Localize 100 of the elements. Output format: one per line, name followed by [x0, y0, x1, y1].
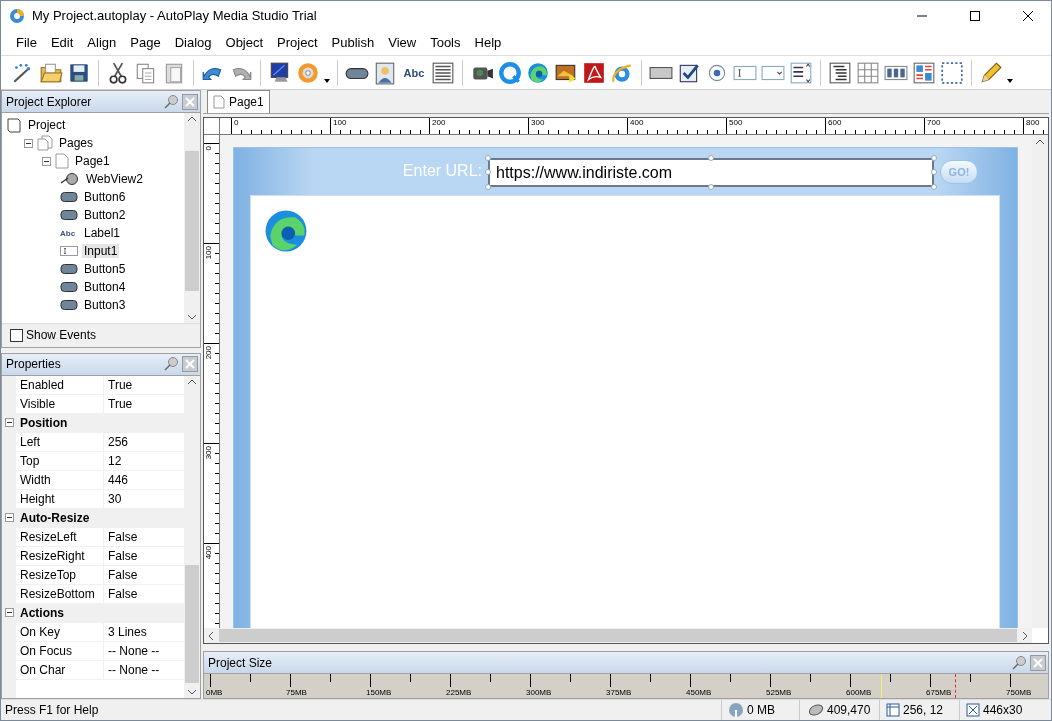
- tree-item[interactable]: Button2: [82, 208, 128, 222]
- scrollbar[interactable]: [184, 375, 200, 698]
- tree-item[interactable]: Pages: [57, 136, 96, 150]
- disk-icon: [728, 702, 744, 718]
- property-value[interactable]: 30: [104, 489, 184, 508]
- position-icon: [886, 703, 900, 717]
- menu-item[interactable]: Help: [467, 35, 509, 50]
- menu-item[interactable]: File: [9, 35, 44, 50]
- property-value[interactable]: True: [104, 394, 184, 413]
- scroll-left-icon[interactable]: [208, 631, 213, 640]
- scroll-up-icon[interactable]: [1036, 139, 1044, 145]
- menu-item[interactable]: Project: [270, 35, 325, 50]
- ruler-label: 100: [332, 118, 348, 129]
- edge-icon[interactable]: [526, 60, 550, 85]
- caret-icon[interactable]: [324, 79, 330, 83]
- menu-item[interactable]: Edit: [43, 35, 81, 50]
- tree-item[interactable]: Input1: [82, 244, 120, 258]
- property-value[interactable]: -- None --: [104, 641, 184, 660]
- button-shape-icon: [60, 299, 78, 311]
- dashed-rectangle-icon[interactable]: [940, 60, 964, 85]
- list-box-icon[interactable]: [789, 60, 813, 85]
- panel-title: Properties: [6, 357, 61, 372]
- collapse-icon[interactable]: [24, 138, 33, 148]
- window-title: My Project.autoplay - AutoPlay Media Studio Trial: [32, 8, 318, 23]
- scrollbar[interactable]: [184, 113, 200, 323]
- property-value[interactable]: True: [104, 375, 184, 394]
- resize-handle[interactable]: [485, 184, 491, 191]
- scroll-down-icon[interactable]: [188, 690, 196, 695]
- person-image-icon[interactable]: [373, 60, 397, 85]
- tree-item[interactable]: WebView2: [84, 172, 145, 186]
- ruler-label: 675MB: [926, 688, 952, 698]
- property-name: Left: [16, 432, 104, 451]
- ruler-label: 300: [530, 118, 546, 129]
- mouse-icon: [806, 703, 824, 717]
- collapse-icon[interactable]: [42, 156, 51, 166]
- menu-item[interactable]: Tools: [423, 35, 468, 50]
- menu-item[interactable]: View: [381, 35, 424, 50]
- tree-item[interactable]: Button4: [82, 280, 128, 294]
- scroll-up-icon[interactable]: [188, 116, 196, 121]
- tree-item[interactable]: Project: [26, 118, 68, 132]
- label-tool[interactable]: Abc: [401, 66, 427, 79]
- resize-handle[interactable]: [708, 184, 714, 191]
- tree-item[interactable]: Button5: [82, 262, 128, 276]
- url-label: Enter URL:: [402, 162, 482, 181]
- menu-item[interactable]: Publish: [324, 35, 382, 50]
- ruler-label: 300MB: [526, 688, 552, 698]
- menu-item[interactable]: Object: [218, 35, 271, 50]
- close-icon: [1023, 10, 1033, 21]
- checkbox[interactable]: [10, 328, 23, 342]
- input-box-icon: [60, 245, 78, 257]
- property-name: Height: [16, 489, 104, 508]
- pencil-icon[interactable]: [979, 60, 1003, 85]
- property-value[interactable]: False: [104, 565, 184, 584]
- close-icon[interactable]: [182, 93, 198, 110]
- pdf-icon[interactable]: [582, 60, 606, 85]
- menu-item[interactable]: Align: [80, 35, 124, 50]
- property-name: Width: [16, 470, 104, 489]
- property-value[interactable]: -- None --: [104, 660, 184, 679]
- ruler-label: 600: [827, 118, 843, 129]
- scroll-right-icon[interactable]: [1023, 631, 1028, 640]
- collapse-icon[interactable]: [4, 418, 14, 428]
- property-value[interactable]: False: [104, 527, 184, 546]
- property-value[interactable]: 12: [104, 451, 184, 470]
- tree-item[interactable]: Button3: [82, 298, 128, 312]
- property-value[interactable]: False: [104, 546, 184, 565]
- property-value[interactable]: False: [104, 584, 184, 603]
- property-value[interactable]: 3 Lines: [104, 622, 184, 641]
- layout-icon[interactable]: [912, 60, 936, 85]
- scroll-up-icon[interactable]: [188, 378, 196, 384]
- property-name: ResizeBottom: [16, 584, 104, 603]
- scroll-down-icon[interactable]: [188, 314, 196, 320]
- resize-handle[interactable]: [931, 184, 937, 191]
- tree-item[interactable]: Label1: [82, 226, 123, 240]
- status-text: 256, 12: [903, 703, 944, 717]
- paragraph-icon[interactable]: [431, 60, 455, 85]
- property-value[interactable]: 446: [104, 470, 184, 489]
- property-value[interactable]: 256: [104, 432, 184, 451]
- url-field[interactable]: https://www.indiriste.com: [488, 158, 934, 188]
- property-name: ResizeRight: [16, 546, 104, 565]
- scrollbar[interactable]: [204, 628, 1032, 644]
- ruler-label: 150MB: [366, 688, 392, 698]
- collapse-icon[interactable]: [4, 608, 14, 618]
- button-shape-icon: [60, 263, 78, 275]
- scrollbar[interactable]: [1032, 135, 1048, 629]
- ruler-label: 400: [629, 118, 645, 129]
- close-icon[interactable]: [1030, 654, 1046, 671]
- document-tab[interactable]: Page1: [207, 90, 270, 114]
- property-name: Visible: [16, 394, 104, 413]
- ruler-label: 375MB: [606, 688, 632, 698]
- tree-item[interactable]: Button6: [82, 190, 128, 204]
- ruler-label: 600MB: [846, 688, 872, 698]
- collapse-icon[interactable]: [4, 513, 14, 523]
- maximize-icon: [970, 10, 980, 21]
- tree-view-icon[interactable]: [828, 60, 852, 85]
- caret-icon[interactable]: [1007, 79, 1013, 83]
- tree-item[interactable]: Page1: [73, 154, 112, 168]
- resize-handle[interactable]: [708, 155, 714, 162]
- close-icon[interactable]: [182, 356, 198, 373]
- menu-item[interactable]: Page: [123, 35, 168, 50]
- menu-item[interactable]: Dialog: [167, 35, 219, 50]
